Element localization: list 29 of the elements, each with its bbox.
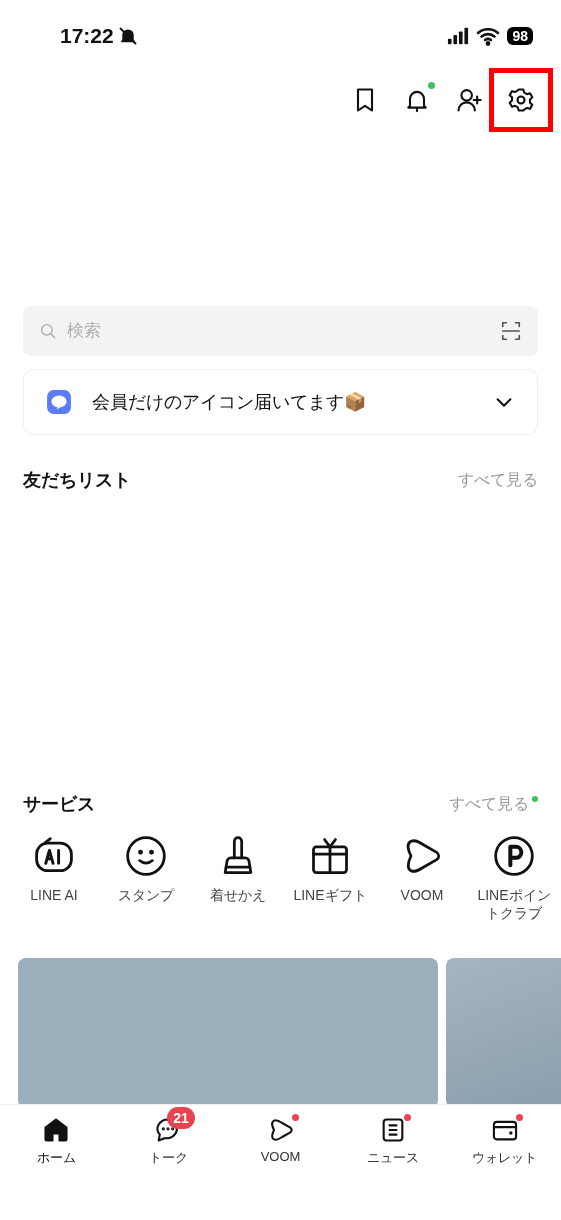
clock-time: 17:22	[60, 24, 114, 48]
service-label[interactable]: スタンプ	[105, 886, 187, 904]
banner-message: 会員だけのアイコン届いてます📦	[92, 391, 367, 414]
nav-tab[interactable]: ニュース	[336, 1105, 449, 1171]
battery-level: 98	[507, 27, 533, 45]
chat-app-icon	[46, 389, 72, 415]
search-input[interactable]: 検索	[65, 320, 492, 342]
service-label[interactable]: LINEポイントクラブ	[473, 886, 555, 922]
nav-tab[interactable]: 21 トーク	[112, 1105, 225, 1171]
add-friend-icon[interactable]	[455, 86, 483, 114]
service-label[interactable]: LINEギフト	[289, 886, 371, 904]
service-label[interactable]: VOOM	[381, 886, 463, 904]
smiley-icon[interactable]	[124, 834, 168, 878]
p-coin-icon[interactable]	[492, 834, 536, 878]
service-label[interactable]: 着せかえ	[197, 886, 279, 904]
signal-icon	[447, 25, 470, 47]
count-badge: 21	[167, 1107, 195, 1129]
search-icon	[39, 322, 57, 340]
service-label[interactable]: LINE AI	[13, 886, 95, 904]
section-title: 友だちリスト	[23, 469, 131, 492]
section-title: サービス	[23, 793, 95, 816]
search-bar[interactable]: 検索	[23, 306, 538, 356]
home-icon	[42, 1116, 71, 1144]
nav-tab[interactable]: ウォレット	[448, 1105, 561, 1171]
notice-banner[interactable]: 会員だけのアイコン届いてます📦	[23, 369, 538, 435]
settings-icon[interactable]	[507, 86, 535, 114]
scan-icon[interactable]	[500, 320, 522, 342]
nav-tab[interactable]: VOOM	[224, 1105, 337, 1168]
nav-tab[interactable]: ホーム	[0, 1105, 113, 1171]
